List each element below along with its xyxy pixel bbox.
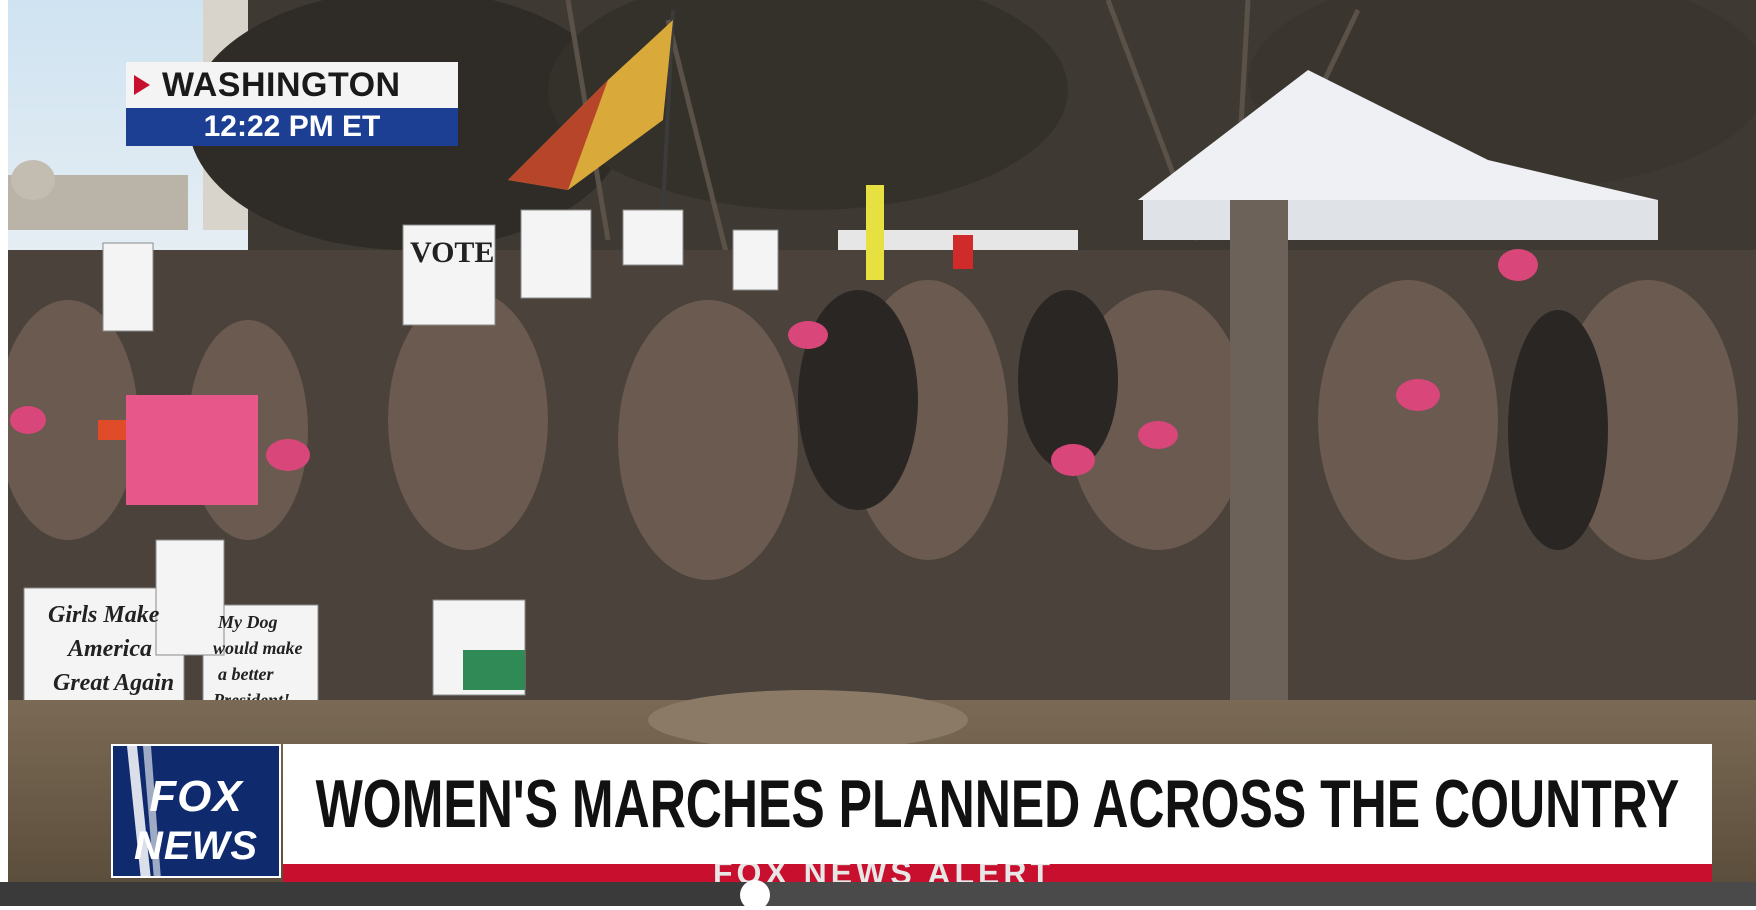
location-time: 12:22 PM ET	[126, 108, 458, 146]
girls-sign-line1: Girls Make	[48, 602, 160, 628]
girls-sign-line3: Great Again	[53, 670, 174, 696]
logo-line1: FOX	[149, 772, 243, 821]
dog-sign-line2: would make	[213, 638, 303, 658]
alert-bar: FOX NEWS ALERT	[283, 864, 1712, 882]
dog-sign-line1: My Dog	[217, 612, 278, 632]
location-bug: WASHINGTON 12:22 PM ET	[126, 62, 458, 146]
dog-sign-line3: a better	[218, 664, 274, 684]
location-city: WASHINGTON	[162, 65, 401, 104]
vote-sign-text: VOTE	[410, 236, 494, 269]
progress-played	[0, 882, 755, 906]
lower-third-headline: WOMEN'S MARCHES PLANNED ACROSS THE COUNT…	[283, 744, 1712, 864]
video-frame[interactable]: VOTE Girls Make America Great Again My D…	[8, 0, 1756, 882]
logo-line2: NEWS	[134, 824, 258, 868]
alert-bar-text: FOX NEWS ALERT	[713, 864, 1055, 882]
fox-news-logo: FOX NEWS	[111, 744, 281, 878]
video-progress-bar[interactable]	[0, 880, 1756, 910]
headline-text: WOMEN'S MARCHES PLANNED ACROSS THE COUNT…	[315, 766, 1680, 842]
girls-sign-line2: America	[66, 636, 152, 662]
play-triangle-icon	[134, 75, 150, 95]
location-bug-city-row: WASHINGTON	[126, 62, 458, 108]
